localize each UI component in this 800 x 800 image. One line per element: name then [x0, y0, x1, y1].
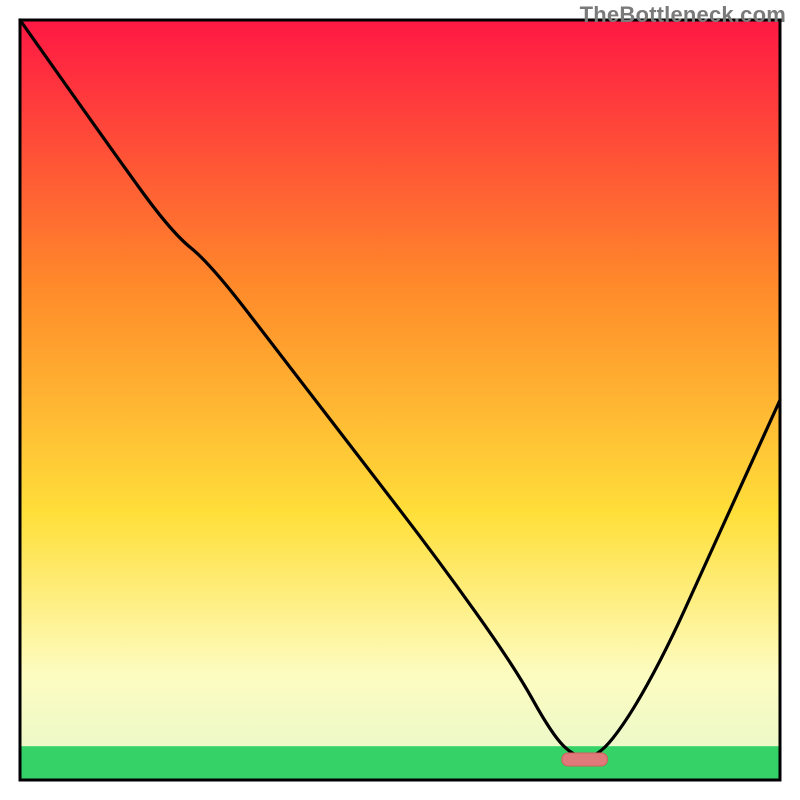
- watermark-text: TheBottleneck.com: [580, 2, 786, 28]
- gradient-background: [20, 20, 780, 780]
- chart-canvas: TheBottleneck.com: [0, 0, 800, 800]
- optimal-marker: [562, 753, 608, 766]
- chart-svg: [0, 0, 800, 800]
